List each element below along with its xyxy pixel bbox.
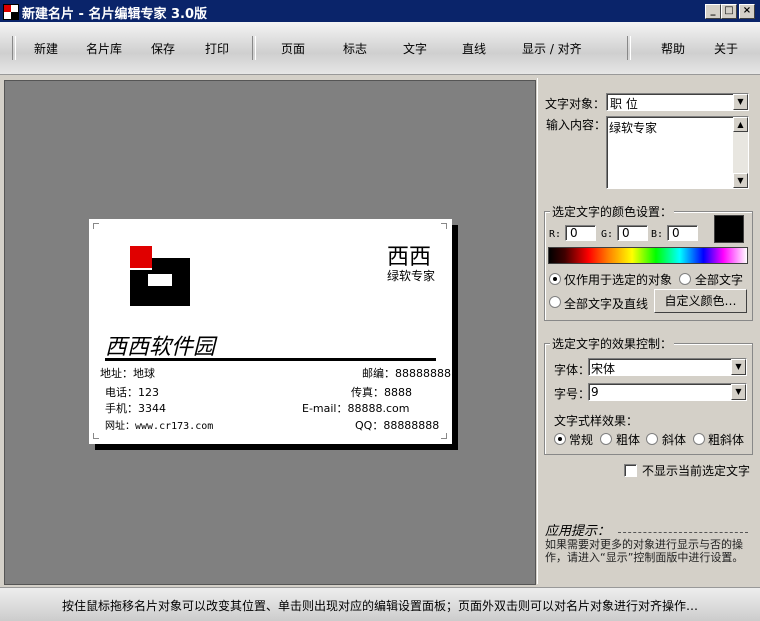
font-value: 宋体 [591, 362, 616, 376]
style-italic-radio[interactable] [646, 433, 658, 445]
style-regular-radio[interactable] [554, 433, 566, 445]
card-company[interactable]: 西西软件园 [105, 329, 215, 361]
title-bar: 新建名片 - 名片编辑专家 3.0版 _ □ × [0, 0, 760, 22]
save-button[interactable]: 保存 [151, 40, 175, 57]
print-button[interactable]: 打印 [205, 40, 229, 57]
properties-panel: 文字对象： 职 位 ▼ 输入内容： 绿软专家 ▲ ▼ 选定文字的颜色设置： R:… [537, 78, 760, 584]
corner-mark [441, 223, 447, 229]
corner-mark [441, 433, 447, 439]
color-spectrum-bar[interactable] [548, 247, 748, 264]
text-object-select[interactable]: 职 位 ▼ [606, 93, 749, 111]
hide-selection-checkbox[interactable] [624, 464, 637, 477]
hide-selection-label[interactable]: 不显示当前选定文字 [642, 462, 750, 479]
font-select[interactable]: 宋体 ▼ [588, 358, 747, 376]
all-text-lines-label[interactable]: 全部文字及直线 [564, 295, 648, 312]
b-value: 0 [672, 226, 680, 240]
maximize-button[interactable]: □ [721, 4, 737, 19]
line-button[interactable]: 直线 [462, 40, 486, 57]
business-card[interactable]: 西西 绿软专家 西西软件园 地址：地球 邮编：88888888 电话：123 传… [89, 219, 452, 444]
style-regular-label[interactable]: 常规 [569, 431, 593, 448]
style-bold-radio[interactable] [600, 433, 612, 445]
all-text-lines-radio[interactable] [549, 296, 561, 308]
corner-mark [93, 433, 99, 439]
style-italic-label[interactable]: 斜体 [662, 431, 686, 448]
scroll-up-icon[interactable]: ▲ [733, 117, 748, 132]
style-bold-label[interactable]: 粗体 [616, 431, 640, 448]
hint-divider [618, 532, 748, 533]
about-button[interactable]: 关于 [714, 40, 738, 57]
custom-color-button[interactable]: 自定义颜色… [654, 289, 747, 313]
effect-settings-title: 选定文字的效果控制： [550, 335, 675, 352]
toolbar-grip [12, 36, 16, 60]
library-button[interactable]: 名片库 [86, 40, 122, 57]
card-postcode[interactable]: 邮编：88888888 [362, 365, 451, 381]
minimize-button[interactable]: _ [705, 4, 721, 19]
hint-text: 如果需要对更多的对象进行显示与否的操作，请进入“显示”控制面版中进行设置。 [545, 538, 744, 564]
all-text-radio[interactable] [679, 273, 691, 285]
b-label: B: [651, 229, 664, 240]
chevron-down-icon[interactable]: ▼ [733, 94, 748, 110]
card-qq[interactable]: QQ：88888888 [355, 417, 439, 433]
corner-mark [93, 223, 99, 229]
text-object-label: 文字对象： [545, 97, 606, 111]
card-email[interactable]: E-mail：88888.com [302, 400, 409, 416]
card-fax[interactable]: 传真：8888 [351, 384, 412, 400]
toolbar: 新建 名片库 保存 打印 页面 标志 文字 直线 显示 / 对齐 帮助 关于 [0, 22, 760, 75]
g-label: G: [601, 229, 614, 240]
status-bar: 按住鼠标拖移名片对象可以改变其位置、单击则出现对应的编辑设置面板；页面外双击则可… [0, 587, 760, 621]
new-button[interactable]: 新建 [34, 40, 58, 57]
chevron-down-icon[interactable]: ▼ [731, 359, 746, 375]
display-align-button[interactable]: 显示 / 对齐 [522, 40, 582, 57]
window-title: 新建名片 - 名片编辑专家 3.0版 [22, 7, 208, 22]
card-mobile[interactable]: 手机：3344 [105, 400, 166, 416]
r-label: R: [549, 229, 562, 240]
style-bold-italic-radio[interactable] [693, 433, 705, 445]
company-logo-icon[interactable] [130, 246, 192, 308]
selected-only-radio[interactable] [549, 273, 561, 285]
chevron-down-icon[interactable]: ▼ [731, 384, 746, 400]
card-phone[interactable]: 电话：123 [105, 384, 159, 400]
textarea-scrollbar[interactable]: ▲ ▼ [733, 117, 748, 188]
r-input[interactable]: 0 [565, 225, 596, 241]
input-content-label: 输入内容： [546, 118, 607, 132]
size-value: 9 [591, 385, 599, 399]
hint-title: 应用提示： [545, 524, 611, 539]
logo-button[interactable]: 标志 [343, 40, 367, 57]
scroll-down-icon[interactable]: ▼ [733, 173, 748, 188]
size-label: 字号： [554, 387, 591, 401]
size-select[interactable]: 9 ▼ [588, 383, 747, 401]
card-job-title[interactable]: 绿软专家 [387, 267, 435, 284]
input-content-textarea[interactable]: 绿软专家 ▲ ▼ [606, 116, 749, 189]
g-value: 0 [622, 226, 630, 240]
text-button[interactable]: 文字 [403, 40, 427, 57]
text-style-label: 文字式样效果： [554, 414, 639, 428]
current-color-swatch[interactable] [714, 215, 744, 243]
color-settings-title: 选定文字的颜色设置： [550, 203, 675, 220]
page-button[interactable]: 页面 [281, 40, 305, 57]
style-bold-italic-label[interactable]: 粗斜体 [708, 431, 744, 448]
b-input[interactable]: 0 [667, 225, 698, 241]
selected-only-label[interactable]: 仅作用于选定的对象 [564, 271, 672, 288]
all-text-label[interactable]: 全部文字 [695, 271, 743, 288]
status-text: 按住鼠标拖移名片对象可以改变其位置、单击则出现对应的编辑设置面板；页面外双击则可… [61, 599, 698, 613]
input-content-value: 绿软专家 [609, 121, 658, 135]
card-website[interactable]: 网址：www.cr173.com [105, 417, 213, 432]
r-value: 0 [570, 226, 578, 240]
toolbar-separator [252, 36, 256, 60]
font-label: 字体： [554, 363, 591, 377]
card-divider-line[interactable] [105, 358, 436, 361]
help-button[interactable]: 帮助 [661, 40, 685, 57]
toolbar-separator [627, 36, 631, 60]
text-object-value: 职 位 [610, 97, 638, 111]
card-address[interactable]: 地址：地球 [100, 365, 155, 381]
app-icon [3, 4, 19, 20]
close-button[interactable]: × [739, 4, 755, 19]
g-input[interactable]: 0 [617, 225, 648, 241]
